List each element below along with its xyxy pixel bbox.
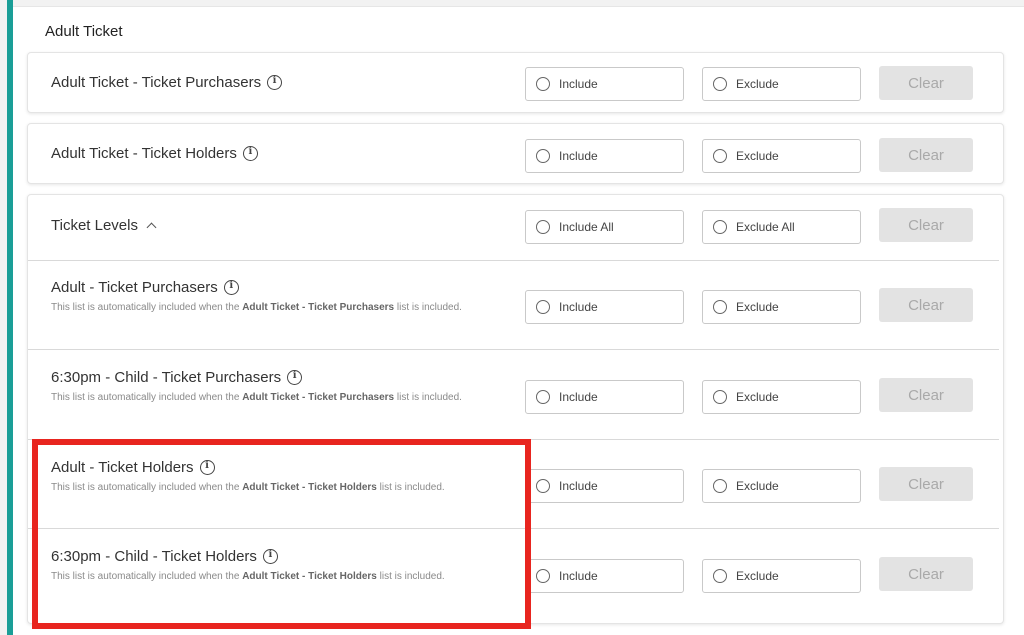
info-icon[interactable]	[223, 280, 239, 295]
row-title: Adult - Ticket Purchasers	[51, 279, 239, 296]
ticket-levels-toggle[interactable]: Ticket Levels	[51, 217, 157, 234]
clear-all-button[interactable]: Clear	[879, 208, 973, 242]
exclude-label: Exclude	[736, 300, 779, 314]
row-title-label: Adult Ticket - Ticket Purchasers	[51, 74, 262, 91]
radio-circle-icon	[536, 77, 550, 91]
exclude-radio[interactable]: Exclude	[702, 139, 861, 173]
desc-list-name: Adult Ticket - Ticket Purchasers	[242, 392, 395, 403]
include-label: Include	[559, 569, 598, 583]
row-description: This list is automatically included when…	[51, 301, 511, 314]
include-radio[interactable]: Include	[525, 559, 684, 593]
include-all-label: Include All	[559, 220, 614, 234]
exclude-label: Exclude	[736, 569, 779, 583]
include-radio[interactable]: Include	[525, 67, 684, 101]
exclude-label: Exclude	[736, 390, 779, 404]
row-description: This list is automatically included when…	[51, 391, 511, 404]
list-card-holders: Adult Ticket - Ticket Holders Include Ex…	[27, 123, 1004, 184]
include-radio[interactable]: Include	[525, 139, 684, 173]
include-radio[interactable]: Include	[525, 469, 684, 503]
radio-circle-icon	[713, 220, 727, 234]
include-radio[interactable]: Include	[525, 380, 684, 414]
exclude-all-radio[interactable]: Exclude All	[702, 210, 861, 244]
divider	[28, 349, 999, 350]
include-label: Include	[559, 479, 598, 493]
desc-text: This list is automatically included when…	[51, 392, 243, 403]
exclude-radio[interactable]: Exclude	[702, 290, 861, 324]
exclude-label: Exclude	[736, 149, 779, 163]
clear-button[interactable]: Clear	[879, 66, 973, 100]
row-title-label: Adult - Ticket Purchasers	[51, 279, 218, 296]
clear-button[interactable]: Clear	[879, 378, 973, 412]
clear-button[interactable]: Clear	[879, 557, 973, 591]
radio-circle-icon	[713, 149, 727, 163]
radio-circle-icon	[536, 220, 550, 234]
chevron-up-icon	[146, 222, 157, 233]
include-label: Include	[559, 149, 598, 163]
exclude-all-label: Exclude All	[736, 220, 795, 234]
row-title: Adult Ticket - Ticket Purchasers	[51, 74, 283, 91]
info-icon[interactable]	[242, 146, 258, 161]
clear-button[interactable]: Clear	[879, 288, 973, 322]
clear-button[interactable]: Clear	[879, 138, 973, 172]
desc-text: This list is automatically included when…	[51, 302, 243, 313]
radio-circle-icon	[536, 149, 550, 163]
row-title: 6:30pm - Child - Ticket Purchasers	[51, 369, 303, 386]
row-title-label: 6:30pm - Child - Ticket Purchasers	[51, 369, 282, 386]
radio-circle-icon	[713, 479, 727, 493]
radio-circle-icon	[713, 77, 727, 91]
radio-circle-icon	[536, 479, 550, 493]
desc-text: list is included.	[394, 392, 462, 403]
radio-circle-icon	[713, 390, 727, 404]
radio-circle-icon	[536, 569, 550, 583]
radio-circle-icon	[713, 300, 727, 314]
radio-circle-icon	[536, 390, 550, 404]
include-all-radio[interactable]: Include All	[525, 210, 684, 244]
clear-button[interactable]: Clear	[879, 467, 973, 501]
desc-list-name: Adult Ticket - Ticket Purchasers	[242, 302, 395, 313]
ticket-levels-title: Ticket Levels	[51, 217, 138, 234]
exclude-radio[interactable]: Exclude	[702, 469, 861, 503]
include-label: Include	[559, 390, 598, 404]
include-radio[interactable]: Include	[525, 290, 684, 324]
highlight-annotation	[32, 439, 531, 629]
section-title: Adult Ticket	[45, 23, 123, 40]
exclude-radio[interactable]: Exclude	[702, 559, 861, 593]
radio-circle-icon	[536, 300, 550, 314]
info-icon[interactable]	[287, 370, 303, 385]
row-title-label: Adult Ticket - Ticket Holders	[51, 145, 237, 162]
desc-text: list is included.	[394, 302, 462, 313]
include-label: Include	[559, 300, 598, 314]
list-card-purchasers: Adult Ticket - Ticket Purchasers Include…	[27, 52, 1004, 113]
exclude-label: Exclude	[736, 77, 779, 91]
include-label: Include	[559, 77, 598, 91]
divider	[28, 260, 999, 261]
exclude-radio[interactable]: Exclude	[702, 67, 861, 101]
exclude-label: Exclude	[736, 479, 779, 493]
radio-circle-icon	[713, 569, 727, 583]
row-title: Adult Ticket - Ticket Holders	[51, 145, 258, 162]
info-icon[interactable]	[267, 75, 283, 90]
exclude-radio[interactable]: Exclude	[702, 380, 861, 414]
